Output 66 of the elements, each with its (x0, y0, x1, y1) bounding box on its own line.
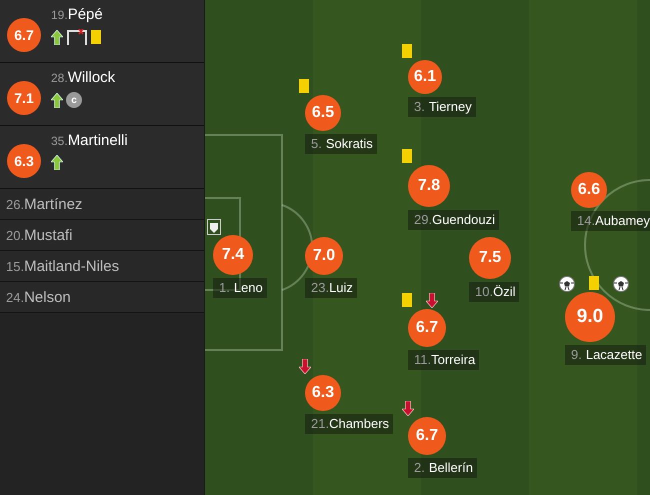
shirt-number: 9. (571, 347, 582, 362)
shirt-number: 29. (414, 212, 432, 227)
card-icon (402, 44, 412, 58)
captain-badge: c (66, 92, 82, 108)
football-icon (613, 276, 629, 292)
player-name: Mustafi (24, 226, 72, 244)
player-name: Pépé (68, 6, 103, 23)
shirt-number: 3. (414, 99, 425, 114)
card-icon (299, 79, 309, 93)
goalpost-icon (66, 29, 88, 45)
rating-badge: 6.7 (408, 417, 446, 455)
player-name: Tierney (428, 99, 472, 114)
shirt-number: 24. (6, 290, 24, 304)
player-name: Guendouzi (432, 212, 495, 227)
player-name: Lacazette (586, 347, 642, 362)
player-name: Maitland-Niles (24, 258, 120, 274)
rating-badge: 6.7 (408, 309, 446, 347)
card-icon (91, 30, 101, 44)
player-name: Martinelli (68, 132, 128, 149)
up-arrow-icon (51, 92, 63, 108)
player-name: Torreira (431, 352, 476, 367)
down-arrow-icon (299, 359, 311, 374)
shirt-number: 20. (6, 228, 24, 242)
player-name: Martínez (24, 196, 82, 212)
shirt-number: 5. (311, 136, 322, 151)
card-icon (402, 293, 412, 307)
shirt-number: 21. (311, 416, 330, 431)
rating-badge: 6.3 (305, 375, 341, 411)
player-name: Sokratis (326, 136, 373, 151)
shirt-number: 19. (51, 8, 68, 22)
rating-badge: 6.3 (7, 144, 41, 178)
player-name: Bellerín (428, 460, 473, 475)
shirt-number: 15. (6, 258, 24, 274)
rating-badge: 7.4 (213, 235, 253, 275)
shirt-number: 11. (414, 352, 432, 367)
player-name: Chambers (329, 416, 390, 431)
shirt-number: 1. (219, 280, 230, 295)
shirt-number: 35. (51, 134, 68, 148)
rating-badge: 6.7 (7, 18, 41, 52)
football-icon (559, 276, 575, 292)
player-name: Leno (234, 280, 263, 295)
rating-badge: 7.1 (7, 81, 41, 115)
player-name: Nelson (24, 288, 71, 306)
rating-badge: 6.6 (571, 172, 607, 208)
up-arrow-icon (51, 155, 63, 170)
shirt-number: 28. (51, 71, 68, 85)
up-arrow-icon (51, 30, 63, 44)
player-name: Willock (68, 69, 116, 86)
rating-badge: 6.5 (305, 95, 341, 131)
shirt-number: 2. (414, 460, 425, 475)
rating-badge: 7.5 (469, 237, 511, 279)
card-icon (402, 149, 412, 163)
card-icon (589, 276, 599, 290)
shirt-number: 26. (6, 196, 24, 212)
rating-badge: 7.0 (305, 237, 343, 275)
rating-badge: 6.1 (408, 60, 442, 94)
down-arrow-icon (402, 401, 414, 416)
down-arrow-icon (426, 293, 438, 308)
shirt-number: 10. (475, 284, 494, 299)
player-name: Luiz (329, 280, 353, 295)
shirt-number: 23. (311, 280, 330, 295)
shirt-number: 14. (577, 213, 596, 228)
rating-badge: 7.8 (408, 165, 450, 207)
player-name: Özil (493, 284, 516, 299)
rating-badge: 9.0 (565, 292, 615, 342)
player-name: Aubamey (595, 213, 650, 228)
